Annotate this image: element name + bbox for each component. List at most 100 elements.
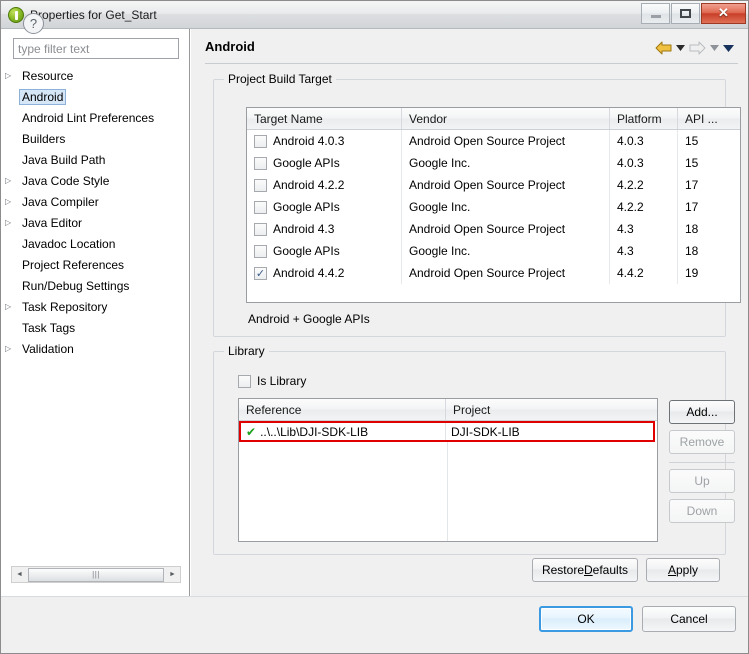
view-menu-chevron-down-icon[interactable] — [723, 42, 734, 54]
settings-tree-pane: ▷ Resource ▷ Android ▷ Android Lint Pref… — [1, 29, 190, 596]
column-header-project[interactable]: Project — [446, 399, 657, 420]
window-controls: ✕ — [640, 2, 746, 24]
move-up-button[interactable]: Up — [669, 469, 735, 493]
back-arrow-icon[interactable] — [655, 41, 672, 55]
table-row[interactable]: Google APIs Google Inc. 4.0.3 15 — [247, 152, 740, 174]
tree-item-run-debug-settings[interactable]: ▷ Run/Debug Settings — [1, 275, 189, 296]
tree-item-android[interactable]: ▷ Android — [1, 86, 189, 107]
target-checkbox[interactable] — [254, 156, 267, 170]
target-checkbox-checked[interactable] — [254, 266, 267, 280]
platform-cell: 4.3 — [610, 240, 678, 262]
scroll-right-icon[interactable]: ► — [165, 567, 180, 582]
cancel-button[interactable]: Cancel — [642, 606, 736, 632]
title-bar: Properties for Get_Start ✕ — [1, 1, 748, 29]
minimize-button[interactable] — [641, 2, 670, 24]
target-name-cell[interactable]: Android 4.2.2 — [247, 174, 402, 196]
library-row-highlighted[interactable]: ✔ ..\..\Lib\DJI-SDK-LIB DJI-SDK-LIB — [239, 421, 655, 442]
is-library-row[interactable]: Is Library — [238, 374, 306, 388]
column-header-target-name[interactable]: Target Name — [247, 108, 402, 129]
target-name-cell[interactable]: Google APIs — [247, 196, 402, 218]
question-mark-icon[interactable]: ? — [23, 13, 44, 34]
expand-arrow-placeholder-icon: ▷ — [5, 240, 18, 248]
tree-item-resource[interactable]: ▷ Resource — [1, 65, 189, 86]
table-row[interactable]: Android 4.3 Android Open Source Project … — [247, 218, 740, 240]
api-cell: 19 — [685, 266, 699, 280]
close-icon: ✕ — [718, 5, 729, 20]
target-name-cell[interactable]: Google APIs — [247, 152, 402, 174]
ok-button[interactable]: OK — [539, 606, 633, 632]
target-checkbox[interactable] — [254, 134, 267, 148]
target-name-label: Android 4.4.2 — [273, 266, 345, 280]
table-header-row: Reference Project — [239, 399, 657, 421]
tree-item-java-build-path[interactable]: ▷ Java Build Path — [1, 149, 189, 170]
tree-item-label: Java Editor — [22, 215, 83, 230]
column-header-reference[interactable]: Reference — [239, 399, 446, 420]
apply-button[interactable]: Apply — [646, 558, 720, 582]
close-button[interactable]: ✕ — [701, 2, 746, 24]
tree-item-android-lint-preferences[interactable]: ▷ Android Lint Preferences — [1, 107, 189, 128]
expand-arrow-icon[interactable]: ▷ — [5, 218, 18, 227]
target-name-cell[interactable]: Android 4.3 — [247, 218, 402, 240]
expand-arrow-placeholder-icon: ▷ — [5, 261, 18, 269]
tree-item-task-tags[interactable]: ▷ Task Tags — [1, 317, 189, 338]
target-checkbox[interactable] — [254, 222, 267, 236]
table-row[interactable]: Android 4.0.3 Android Open Source Projec… — [247, 130, 740, 152]
tree-horizontal-scrollbar[interactable]: ◄ ||| ► — [11, 566, 181, 583]
maximize-button[interactable] — [671, 2, 700, 24]
column-header-api-level[interactable]: API ... — [678, 108, 740, 129]
target-name-cell[interactable]: Android 4.0.3 — [247, 130, 402, 152]
target-checkbox[interactable] — [254, 178, 267, 192]
api-cell: 18 — [685, 222, 699, 236]
android-settings-page: Android Project Build Target Target Name… — [191, 29, 748, 596]
expand-arrow-icon[interactable]: ▷ — [5, 71, 18, 80]
reference-label: ..\..\Lib\DJI-SDK-LIB — [260, 424, 369, 439]
properties-dialog: Properties for Get_Start ✕ ▷ Resource — [0, 0, 749, 654]
reference-cell[interactable]: ✔ ..\..\Lib\DJI-SDK-LIB — [241, 423, 446, 440]
scrollbar-thumb[interactable]: ||| — [28, 567, 164, 582]
is-library-checkbox[interactable] — [238, 374, 251, 388]
platform-cell: 4.0.3 — [610, 152, 678, 174]
tree-item-java-compiler[interactable]: ▷ Java Compiler — [1, 191, 189, 212]
scroll-left-icon[interactable]: ◄ — [12, 567, 27, 582]
target-checkbox[interactable] — [254, 200, 267, 214]
move-down-button[interactable]: Down — [669, 499, 735, 523]
table-row[interactable]: Google APIs Google Inc. 4.2.2 17 — [247, 196, 740, 218]
build-target-summary: Android + Google APIs — [248, 312, 370, 326]
tree-item-label: Java Compiler — [22, 194, 99, 209]
expand-arrow-icon[interactable]: ▷ — [5, 302, 18, 311]
tree-item-java-code-style[interactable]: ▷ Java Code Style — [1, 170, 189, 191]
tree-item-builders[interactable]: ▷ Builders — [1, 128, 189, 149]
expand-arrow-icon[interactable]: ▷ — [5, 344, 18, 353]
build-target-table[interactable]: Target Name Vendor Platform API ... Andr… — [246, 107, 741, 303]
restore-defaults-pre: Restore — [541, 563, 584, 577]
settings-tree[interactable]: ▷ Resource ▷ Android ▷ Android Lint Pref… — [1, 65, 189, 560]
remove-library-button[interactable]: Remove — [669, 430, 735, 454]
column-header-platform[interactable]: Platform — [610, 108, 678, 129]
restore-defaults-post: efaults — [592, 563, 629, 577]
tree-item-project-references[interactable]: ▷ Project References — [1, 254, 189, 275]
filter-input[interactable] — [13, 38, 179, 59]
tree-item-validation[interactable]: ▷ Validation — [1, 338, 189, 359]
library-references-table[interactable]: Reference Project ✔ ..\..\Lib\DJI-SDK-LI… — [238, 398, 658, 542]
tree-item-label: Java Build Path — [22, 152, 106, 167]
target-checkbox[interactable] — [254, 244, 267, 258]
table-row[interactable]: Android 4.2.2 Android Open Source Projec… — [247, 174, 740, 196]
target-name-cell[interactable]: Android 4.4.2 — [247, 262, 402, 284]
target-name-cell[interactable]: Google APIs — [247, 240, 402, 262]
expand-arrow-icon[interactable]: ▷ — [5, 197, 18, 206]
expand-arrow-icon[interactable]: ▷ — [5, 176, 18, 185]
table-row[interactable]: Google APIs Google Inc. 4.3 18 — [247, 240, 740, 262]
tree-item-task-repository[interactable]: ▷ Task Repository — [1, 296, 189, 317]
platform-cell: 4.3 — [610, 218, 678, 240]
restore-defaults-button[interactable]: Restore Defaults — [532, 558, 638, 582]
dialog-footer — [1, 596, 748, 653]
add-library-button[interactable]: Add... — [669, 400, 735, 424]
api-cell: 15 — [685, 156, 699, 170]
column-header-vendor[interactable]: Vendor — [402, 108, 610, 129]
table-row[interactable]: Android 4.4.2 Android Open Source Projec… — [247, 262, 740, 284]
is-library-label: Is Library — [257, 374, 307, 388]
tree-item-javadoc-location[interactable]: ▷ Javadoc Location — [1, 233, 189, 254]
forward-history-chevron-down-icon — [709, 42, 720, 54]
tree-item-java-editor[interactable]: ▷ Java Editor — [1, 212, 189, 233]
back-history-chevron-down-icon[interactable] — [675, 42, 686, 54]
